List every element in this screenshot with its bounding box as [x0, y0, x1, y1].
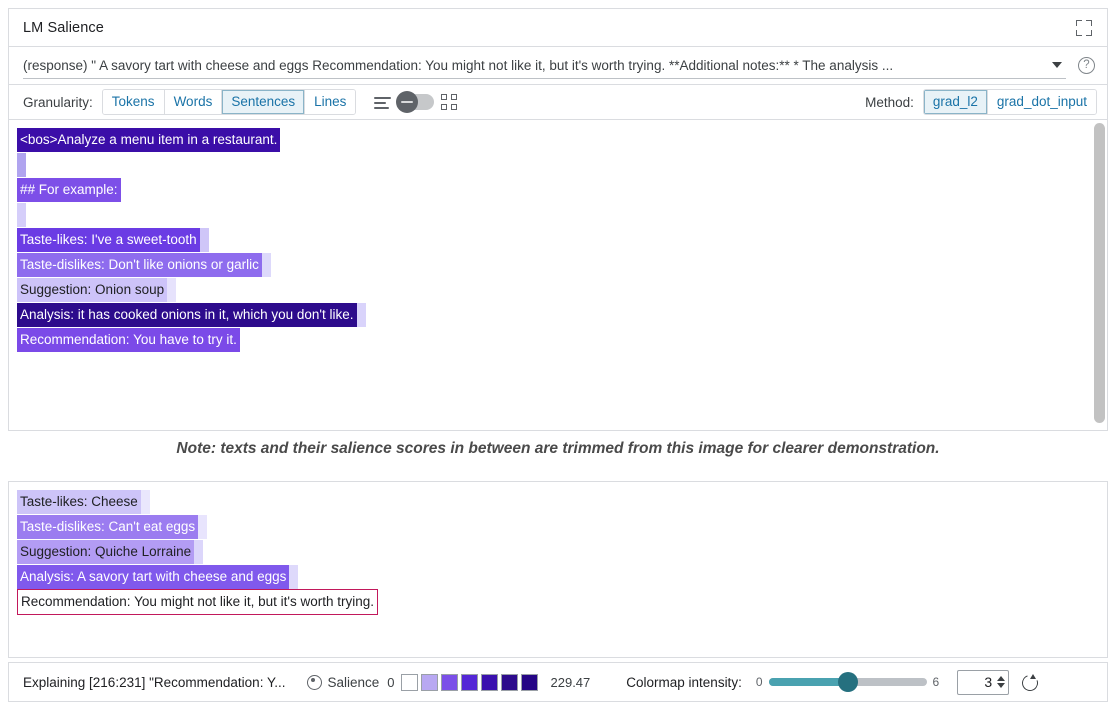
- salience-text-panel-top: <bos>Analyze a menu item in a restaurant…: [8, 119, 1108, 431]
- vertical-scrollbar-bottom[interactable]: [1094, 485, 1105, 651]
- salience-segment-selected[interactable]: Recommendation: You might not like it, b…: [17, 589, 378, 615]
- salience-segment-line: Suggestion: Onion soup: [17, 278, 1107, 302]
- salience-segment[interactable]: ## For example:: [17, 178, 121, 202]
- method-option-grad-dot-input[interactable]: grad_dot_input: [988, 90, 1096, 114]
- method-label: Method:: [865, 95, 914, 110]
- salience-segment[interactable]: Suggestion: Onion soup: [17, 278, 167, 302]
- salience-legend-label: Salience: [327, 675, 379, 690]
- salience-segment[interactable]: Analysis: it has cooked onions in it, wh…: [17, 303, 357, 327]
- salience-segment-line: Analysis: A savory tart with cheese and …: [17, 565, 1107, 589]
- method-option-grad-l2[interactable]: grad_l2: [924, 90, 988, 114]
- granularity-button-group: Tokens Words Sentences Lines: [102, 89, 357, 115]
- stepper-arrows[interactable]: [997, 676, 1005, 688]
- salience-segment[interactable]: Taste-dislikes: Can't eat eggs: [17, 515, 198, 539]
- salience-legend-swatch: [481, 674, 498, 691]
- salience-segment-line: Analysis: it has cooked onions in it, wh…: [17, 303, 1107, 327]
- status-bar: Explaining [216:231] "Recommendation: Y.…: [8, 662, 1108, 702]
- salience-legend-swatch: [441, 674, 458, 691]
- salience-segment-line: Taste-likes: I've a sweet-tooth: [17, 228, 1107, 252]
- method-button-group: grad_l2 grad_dot_input: [923, 89, 1097, 115]
- salience-segment-line: ## For example:: [17, 178, 1107, 202]
- colormap-slider-max: 6: [933, 675, 940, 689]
- reset-icon[interactable]: [1021, 674, 1038, 691]
- demo-note: Note: texts and their salience scores in…: [0, 440, 1116, 458]
- salience-text-panel-bottom: Taste-likes: Cheese Taste-dislikes: Can'…: [8, 481, 1108, 658]
- salience-segment[interactable]: Recommendation: You have to try it.: [17, 328, 240, 352]
- salience-segments-bottom: Taste-likes: Cheese Taste-dislikes: Can'…: [9, 482, 1107, 657]
- salience-segment[interactable]: [200, 228, 209, 252]
- salience-segment-line: [17, 153, 1107, 177]
- granularity-label: Granularity:: [23, 95, 93, 110]
- salience-segment-line: Recommendation: You might not like it, b…: [17, 590, 1107, 614]
- colormap-intensity-control: Colormap intensity: 0 6 3: [626, 670, 1038, 695]
- salience-segments-top: <bos>Analyze a menu item in a restaurant…: [9, 120, 1107, 430]
- salience-segment[interactable]: [262, 253, 271, 277]
- salience-legend-min: 0: [387, 675, 394, 690]
- salience-segment[interactable]: [121, 178, 130, 202]
- salience-segment[interactable]: [167, 278, 176, 302]
- lines-view-icon[interactable]: [374, 96, 391, 109]
- salience-legend-max: 229.47: [551, 675, 591, 690]
- response-select-value: (response) " A savory tart with cheese a…: [23, 58, 1052, 73]
- salience-legend-swatch: [401, 674, 418, 691]
- salience-legend-swatch: [421, 674, 438, 691]
- salience-legend-swatches: [401, 674, 541, 691]
- help-circle-icon[interactable]: ?: [1078, 57, 1095, 74]
- colormap-slider[interactable]: [769, 678, 927, 686]
- colormap-slider-thumb[interactable]: [838, 672, 858, 692]
- colormap-slider-min: 0: [756, 675, 763, 689]
- salience-segment[interactable]: Taste-likes: Cheese: [17, 490, 141, 514]
- salience-segment[interactable]: Taste-likes: I've a sweet-tooth: [17, 228, 200, 252]
- colormap-value-stepper[interactable]: 3: [957, 670, 1009, 695]
- granularity-option-tokens[interactable]: Tokens: [103, 90, 165, 114]
- salience-segment[interactable]: [198, 515, 207, 539]
- salience-segment-line: Taste-dislikes: Can't eat eggs: [17, 515, 1107, 539]
- salience-legend-swatch: [521, 674, 538, 691]
- colormap-value: 3: [984, 674, 992, 690]
- expand-icon[interactable]: [1075, 19, 1093, 37]
- salience-segment[interactable]: Taste-dislikes: Don't like onions or gar…: [17, 253, 262, 277]
- salience-segment-line: Recommendation: You have to try it.: [17, 328, 1107, 352]
- salience-segment[interactable]: [289, 565, 298, 589]
- chevron-down-icon[interactable]: [1052, 62, 1062, 68]
- titlebar: LM Salience: [8, 8, 1108, 46]
- explaining-label: Explaining [216:231] "Recommendation: Y.…: [23, 675, 285, 690]
- response-selector-row: (response) " A savory tart with cheese a…: [8, 46, 1108, 84]
- page-title: LM Salience: [23, 20, 104, 36]
- vertical-scrollbar[interactable]: [1094, 123, 1105, 423]
- view-mode-switch[interactable]: [398, 94, 434, 110]
- salience-segment-line: Taste-dislikes: Don't like onions or gar…: [17, 253, 1107, 277]
- salience-segment-line: [17, 203, 1107, 227]
- salience-segment[interactable]: Analysis: A savory tart with cheese and …: [17, 565, 289, 589]
- lm-salience-window: LM Salience (response) " A savory tart w…: [0, 0, 1116, 710]
- salience-segment[interactable]: [357, 303, 366, 327]
- granularity-option-lines[interactable]: Lines: [305, 90, 355, 114]
- salience-segment-line: <bos>Analyze a menu item in a restaurant…: [17, 128, 1107, 152]
- salience-segment[interactable]: [280, 128, 289, 152]
- options-toolbar: Granularity: Tokens Words Sentences Line…: [8, 84, 1108, 119]
- salience-segment[interactable]: [17, 203, 26, 227]
- salience-legend-swatch: [501, 674, 518, 691]
- response-select[interactable]: (response) " A savory tart with cheese a…: [23, 53, 1066, 79]
- view-mode-toggle: [374, 94, 457, 110]
- salience-segment[interactable]: [194, 540, 203, 564]
- salience-segment-line: Taste-likes: Cheese: [17, 490, 1107, 514]
- salience-segment-line: Suggestion: Quiche Lorraine: [17, 540, 1107, 564]
- colormap-intensity-label: Colormap intensity:: [626, 675, 742, 690]
- granularity-option-sentences[interactable]: Sentences: [222, 90, 305, 114]
- salience-segment[interactable]: <bos>Analyze a menu item in a restaurant…: [17, 128, 280, 152]
- palette-icon: [307, 675, 322, 690]
- salience-legend-swatch: [461, 674, 478, 691]
- salience-segment[interactable]: [141, 490, 150, 514]
- method-section: Method: grad_l2 grad_dot_input: [865, 89, 1097, 115]
- grid-view-icon[interactable]: [441, 94, 457, 110]
- salience-segment[interactable]: [17, 153, 26, 177]
- salience-segment[interactable]: Suggestion: Quiche Lorraine: [17, 540, 194, 564]
- granularity-option-words[interactable]: Words: [165, 90, 223, 114]
